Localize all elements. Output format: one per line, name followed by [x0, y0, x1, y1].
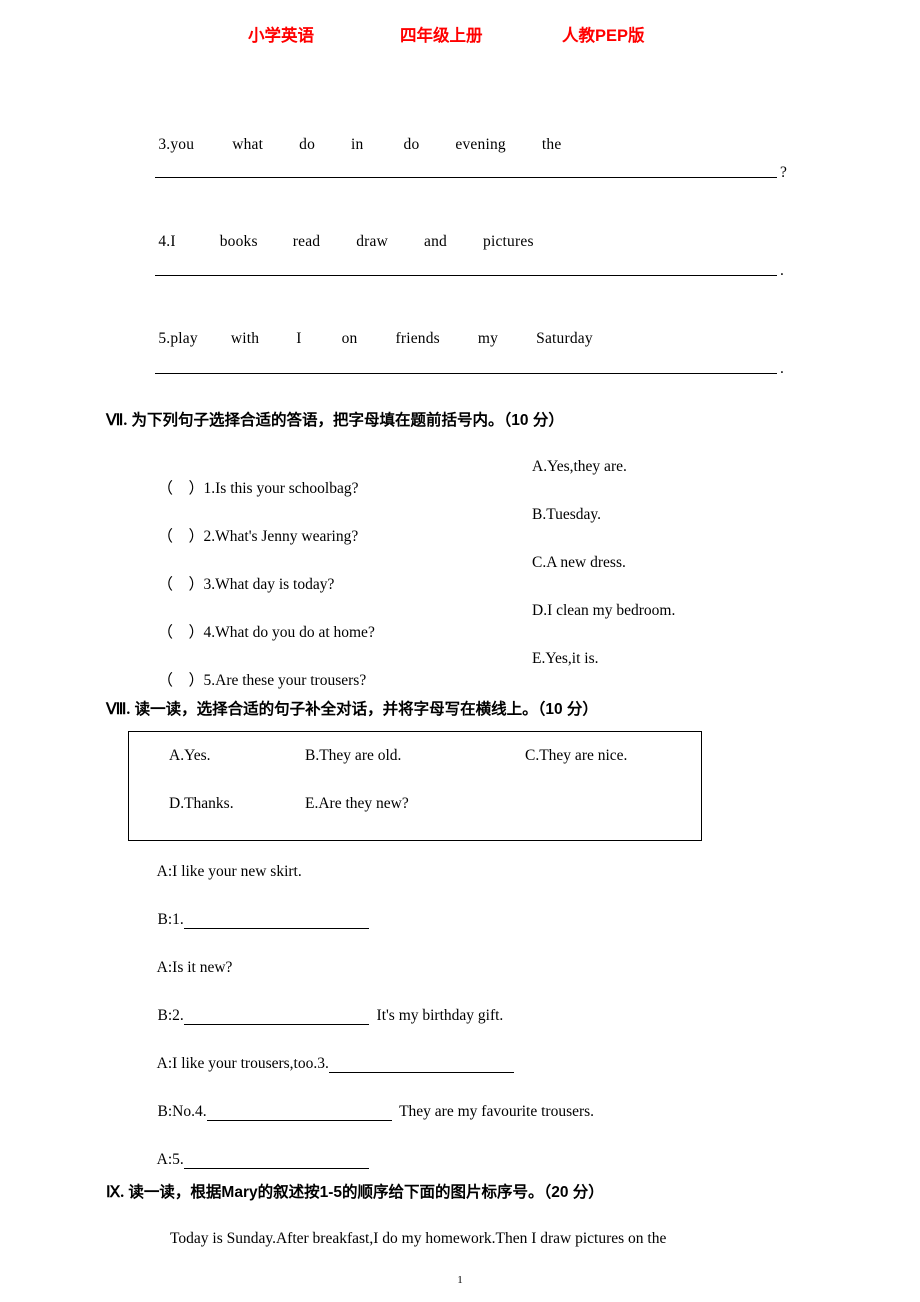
- choice-option[interactable]: D.Thanks.: [169, 795, 234, 813]
- answer-line-5[interactable]: .: [155, 360, 795, 377]
- dialog-text: 2.: [172, 1007, 184, 1024]
- section-9-title: 读一读，根据Mary的叙述按1-5的顺序给下面的图片标序号。（20 分）: [128, 1184, 604, 1201]
- match-bracket[interactable]: （ ）: [158, 620, 205, 642]
- match-answer: B.Tuesday.: [532, 506, 602, 523]
- dialog-text: Is it new?: [172, 959, 233, 976]
- reorder-item-5: 5.play with Ion friends my Saturday: [142, 312, 593, 366]
- reorder-word: draw: [356, 233, 389, 250]
- reorder-word: what: [232, 136, 264, 153]
- dialog-speaker: B:: [157, 1103, 173, 1120]
- reorder-word: with: [230, 330, 260, 347]
- dialog-blank[interactable]: [183, 1154, 369, 1169]
- dialog-text: No.4.: [172, 1103, 207, 1120]
- reorder-item-number: 3.you: [158, 136, 195, 153]
- page-number: 1: [457, 1274, 463, 1286]
- reorder-word: read: [292, 233, 321, 250]
- reorder-word: pictures: [483, 233, 534, 250]
- match-bracket[interactable]: （ ）: [158, 476, 205, 498]
- reorder-word: friends: [395, 330, 440, 347]
- choice-option[interactable]: A.Yes.: [169, 747, 211, 765]
- section-7-roman: Ⅶ.: [106, 412, 128, 429]
- reorder-word: and: [424, 233, 448, 250]
- answer-tail: ?: [780, 164, 787, 181]
- dialog-line: B:2. It's my birthday gift.: [142, 989, 503, 1043]
- reorder-word: Saturday: [536, 330, 593, 347]
- dialog-blank[interactable]: [183, 1010, 369, 1025]
- match-bracket[interactable]: （ ）: [158, 572, 205, 594]
- reorder-word: books: [219, 233, 258, 250]
- reorder-item-4: 4.I books read draw and pictures: [142, 215, 534, 269]
- dialog-blank[interactable]: [183, 914, 369, 929]
- dialog-blank[interactable]: [328, 1058, 514, 1073]
- reorder-word: my: [477, 330, 499, 347]
- dialog-speaker: B:: [157, 911, 173, 928]
- choice-option[interactable]: B.They are old.: [305, 747, 401, 765]
- dialog-line: A:Is it new?: [142, 941, 233, 995]
- section-8-roman: Ⅷ.: [106, 701, 131, 718]
- section-9-paragraph: Today is Sunday.After breakfast,I do my …: [170, 1230, 667, 1247]
- match-question: 2.What's Jenny wearing?: [203, 528, 359, 545]
- reorder-item-number: 5.play: [158, 330, 198, 347]
- answer-line-4[interactable]: .: [155, 262, 795, 279]
- dialog-speaker: A:: [156, 1055, 173, 1072]
- choice-option[interactable]: E.Are they new?: [305, 795, 409, 813]
- reorder-item-number: 4.I: [158, 233, 176, 250]
- section-9-roman: Ⅸ.: [106, 1184, 125, 1201]
- match-bracket[interactable]: （ ）: [158, 524, 205, 546]
- section-8-heading: Ⅷ. 读一读，选择合适的句子补全对话，并将字母写在横线上。（10 分）: [106, 697, 598, 719]
- match-bracket[interactable]: （ ）: [158, 668, 205, 690]
- answer-rule[interactable]: [155, 275, 777, 276]
- dialog-line: B:1.: [142, 893, 369, 947]
- match-answer: A.Yes,they are.: [532, 458, 627, 475]
- reorder-item-3: 3.you what do in do evening the: [142, 118, 561, 172]
- dialog-speaker: A:: [156, 1151, 173, 1168]
- match-question: 3.What day is today?: [203, 576, 335, 593]
- header-subject: 小学英语: [248, 27, 314, 45]
- reorder-word: on: [341, 330, 358, 347]
- match-question: 4.What do you do at home?: [203, 624, 375, 641]
- reorder-word: evening: [455, 136, 506, 153]
- reorder-word: do: [403, 136, 420, 153]
- answer-line-3[interactable]: ?: [155, 164, 795, 181]
- match-question: 5.Are these your trousers?: [203, 672, 367, 689]
- section-7-heading: Ⅶ. 为下列句子选择合适的答语，把字母填在题前括号内。（10 分）: [106, 408, 564, 430]
- match-question: 1.Is this your schoolbag?: [203, 480, 359, 497]
- dialog-text-after: They are my favourite trousers.: [391, 1103, 595, 1120]
- reorder-word: in: [351, 136, 364, 153]
- dialog-line: A:5.: [142, 1133, 369, 1187]
- section-7-title: 为下列句子选择合适的答语，把字母填在题前括号内。（10 分）: [131, 412, 564, 429]
- dialog-speaker: B:: [157, 1007, 173, 1024]
- dialog-text: I like your new skirt.: [172, 863, 302, 880]
- exam-page: 小学英语 四年级上册 人教PEP版 3.you what do in do evening…: [0, 0, 920, 1302]
- reorder-word: the: [541, 136, 562, 153]
- choice-option[interactable]: C.They are nice.: [525, 747, 627, 765]
- dialog-line: B:No.4. They are my favourite trousers.: [142, 1085, 594, 1139]
- match-answer: D.I clean my bedroom.: [532, 602, 676, 619]
- answer-tail: .: [780, 360, 784, 377]
- reorder-word: I: [296, 330, 302, 347]
- dialog-line: A:I like your new skirt.: [142, 845, 302, 899]
- section-9-heading: Ⅸ. 读一读，根据Mary的叙述按1-5的顺序给下面的图片标序号。（20 分）: [106, 1180, 604, 1202]
- match-answer: E.Yes,it is.: [532, 650, 599, 667]
- match-answer: C.A new dress.: [532, 554, 626, 571]
- answer-tail: .: [780, 262, 784, 279]
- section-8-title: 读一读，选择合适的句子补全对话，并将字母写在横线上。（10 分）: [134, 701, 598, 718]
- header-grade: 四年级上册: [400, 27, 483, 45]
- choice-bank-box: A.Yes. B.They are old. C.They are nice. …: [128, 731, 702, 841]
- answer-rule[interactable]: [155, 177, 777, 178]
- dialog-speaker: A:: [156, 959, 173, 976]
- dialog-blank[interactable]: [206, 1106, 392, 1121]
- dialog-text: I like your trousers,too.3.: [172, 1055, 329, 1072]
- dialog-line: A:I like your trousers,too.3.: [142, 1037, 514, 1091]
- dialog-speaker: A:: [156, 863, 173, 880]
- dialog-text: 5.: [172, 1151, 184, 1168]
- answer-rule[interactable]: [155, 373, 777, 374]
- dialog-text: 1.: [172, 911, 184, 928]
- reorder-word: do: [299, 136, 316, 153]
- dialog-text-after: It's my birthday gift.: [368, 1007, 504, 1024]
- header-edition: 人教PEP版: [562, 27, 645, 45]
